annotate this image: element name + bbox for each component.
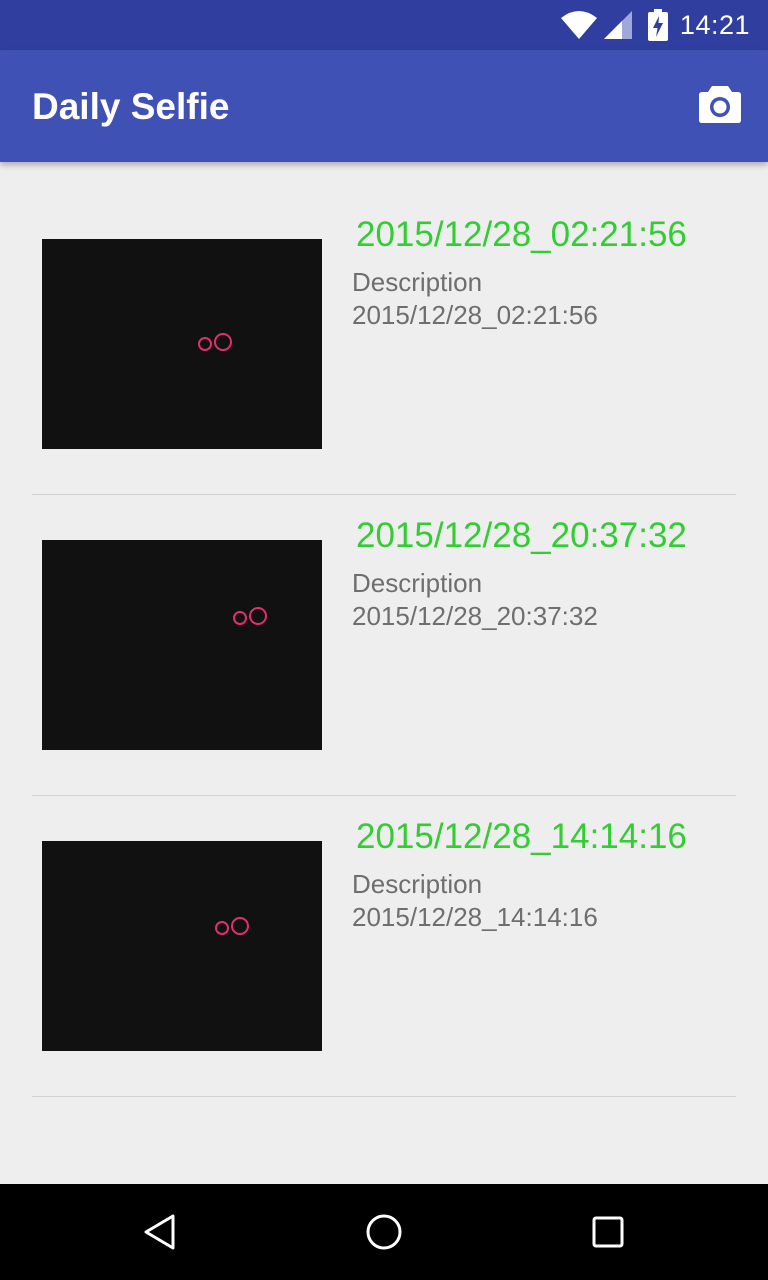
recents-button[interactable] — [560, 1184, 656, 1280]
selfie-thumbnail — [42, 239, 322, 449]
selfie-list[interactable]: 2015/12/28_02:21:56 Description 2015/12/… — [0, 162, 768, 1097]
camera-button[interactable] — [698, 84, 742, 124]
selfie-title: 2015/12/28_20:37:32 — [356, 516, 687, 555]
list-item[interactable]: 2015/12/28_14:14:16 Description 2015/12/… — [0, 764, 768, 1097]
home-icon — [366, 1214, 402, 1250]
app-title: Daily Selfie — [32, 86, 230, 127]
camera-icon — [699, 86, 741, 123]
home-button[interactable] — [336, 1184, 432, 1280]
description-value: 2015/12/28_02:21:56 — [352, 300, 598, 330]
app-bar: Daily Selfie — [0, 50, 768, 162]
eyes-graphic — [233, 607, 267, 625]
status-icons: 14:21 — [560, 0, 750, 50]
back-button[interactable] — [112, 1184, 208, 1280]
selfie-thumbnail — [42, 540, 322, 750]
list-item[interactable]: 2015/12/28_02:21:56 Description 2015/12/… — [0, 162, 768, 495]
divider — [32, 1096, 736, 1097]
wifi-icon — [560, 11, 597, 39]
selfie-thumbnail — [42, 841, 322, 1051]
eyes-graphic — [215, 917, 249, 935]
status-bar: 14:21 — [0, 0, 768, 50]
selfie-title: 2015/12/28_14:14:16 — [356, 817, 687, 856]
eyes-graphic — [198, 333, 232, 351]
description-label: Description — [352, 267, 483, 297]
clock: 14:21 — [679, 9, 750, 40]
description-label: Description — [352, 869, 483, 899]
description-value: 2015/12/28_14:14:16 — [352, 902, 598, 932]
selfie-title: 2015/12/28_02:21:56 — [356, 215, 687, 254]
navigation-bar — [0, 1184, 768, 1280]
signal-icon — [603, 11, 632, 39]
battery-charging-icon — [647, 9, 668, 41]
description-label: Description — [352, 568, 483, 598]
description-value: 2015/12/28_20:37:32 — [352, 601, 598, 631]
recents-icon — [592, 1216, 624, 1248]
back-icon — [144, 1214, 175, 1250]
list-item[interactable]: 2015/12/28_20:37:32 Description 2015/12/… — [0, 463, 768, 796]
